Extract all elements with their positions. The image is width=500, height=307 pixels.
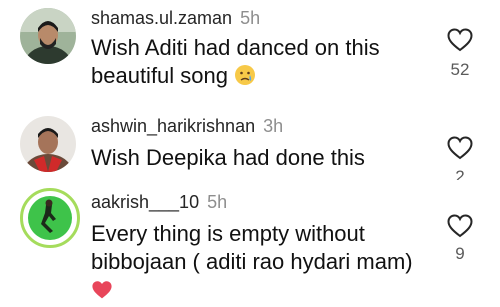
username-text[interactable]: aakrish___10 [91, 192, 199, 212]
comment-text-line: Every thing is empty without [91, 221, 365, 246]
comment-text-line: bibbojaan ( aditi rao hydari mam) [91, 249, 413, 274]
avatar[interactable] [20, 116, 76, 172]
comment-text-line: Wish Aditi had danced on this [91, 35, 380, 60]
comment-text-line: beautiful song [91, 63, 228, 88]
comment-time: 3h [263, 116, 284, 136]
username-text[interactable]: shamas.ul.zaman [91, 8, 232, 28]
like-count: 9 [455, 244, 465, 263]
like-heart-icon[interactable] [447, 28, 473, 52]
comment-username[interactable]: shamas.ul.zaman 5h [91, 8, 260, 29]
like-heart-icon[interactable] [447, 136, 473, 160]
like-count: 52 [450, 60, 470, 79]
comment-username[interactable]: ashwin_harikrishnan 3h [91, 116, 283, 137]
comment-text-line-wrap: bibbojaan ( aditi rao hydari mam) [91, 248, 421, 307]
like-count: 2 [455, 167, 465, 180]
avatar[interactable] [20, 188, 80, 248]
comment-text: Wish Deepika had done this [91, 144, 421, 172]
avatar[interactable] [20, 8, 76, 64]
comment-text-line-wrap: beautiful song [91, 62, 421, 93]
comment-item: shamas.ul.zaman 5h Wish Aditi had danced … [0, 0, 500, 95]
comment-time: 5h [207, 192, 228, 212]
comment-username[interactable]: aakrish___10 5h [91, 192, 227, 213]
comment-item: aakrish___10 5h Every thing is empty with… [0, 186, 500, 299]
comment-text: Every thing is empty without bibbojaan (… [91, 220, 421, 307]
comment-time: 5h [240, 8, 261, 28]
username-text[interactable]: ashwin_harikrishnan [91, 116, 255, 136]
comment-text: Wish Aditi had danced on this beautiful … [91, 34, 421, 93]
comment-item: ashwin_harikrishnan 3h Wish Deepika had d… [0, 110, 500, 180]
sad-tear-emoji [234, 64, 256, 93]
red-heart-emoji [91, 279, 113, 307]
like-heart-icon[interactable] [447, 214, 473, 238]
comment-text-line: Wish Deepika had done this [91, 145, 365, 170]
